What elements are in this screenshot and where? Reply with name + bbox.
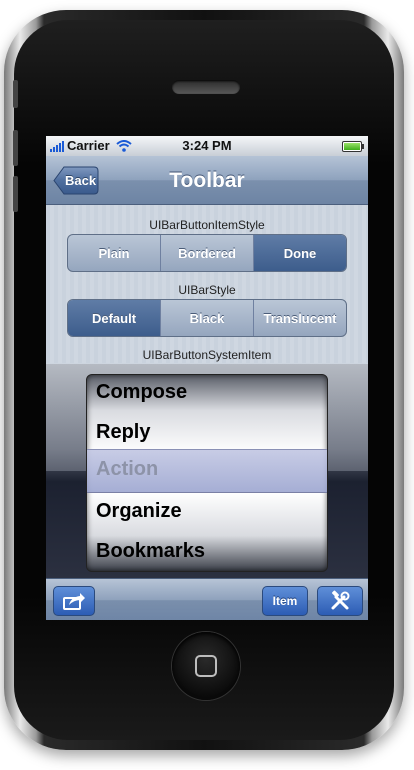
- status-time: 3:24 PM: [182, 138, 232, 153]
- bar-button-item-style-control: Plain Bordered Done: [67, 234, 347, 272]
- tools-button[interactable]: [317, 586, 363, 616]
- picker-row-bookmarks[interactable]: Bookmarks: [96, 540, 205, 563]
- segment-translucent[interactable]: Translucent: [254, 300, 346, 336]
- picker-wheel[interactable]: Compose Reply Action Organize Bookmarks: [86, 374, 328, 572]
- action-icon: [63, 593, 85, 610]
- bar-button-item-style-label: UIBarButtonItemStyle: [149, 218, 265, 232]
- system-item-picker[interactable]: Compose Reply Action Organize Bookmarks: [46, 364, 368, 578]
- bar-style-label: UIBarStyle: [178, 283, 236, 297]
- bar-style-control: Default Black Translucent: [67, 299, 347, 337]
- volume-up-button: [13, 130, 18, 166]
- picker-row-compose[interactable]: Compose: [96, 381, 187, 404]
- picker-row-organize[interactable]: Organize: [96, 500, 182, 523]
- home-button[interactable]: [172, 632, 240, 700]
- page-title: Toolbar: [169, 169, 245, 192]
- battery-icon: [342, 141, 364, 152]
- segment-plain[interactable]: Plain: [68, 235, 161, 271]
- status-bar: Carrier 3:24 PM: [46, 136, 368, 156]
- system-item-label: UIBarButtonSystemItem: [142, 348, 272, 362]
- ringer-switch: [13, 80, 18, 108]
- tools-icon: [331, 590, 350, 610]
- navigation-bar: Back Toolbar: [46, 156, 368, 205]
- picker-row-action[interactable]: Action: [96, 458, 158, 481]
- volume-down-button: [13, 176, 18, 212]
- action-button[interactable]: [53, 586, 95, 616]
- segment-bordered[interactable]: Bordered: [161, 235, 254, 271]
- picker-selection-bar: Action: [87, 449, 327, 493]
- segment-black[interactable]: Black: [161, 300, 254, 336]
- picker-row-reply[interactable]: Reply: [96, 421, 150, 444]
- segment-done[interactable]: Done: [254, 235, 346, 271]
- segment-default[interactable]: Default: [68, 300, 161, 336]
- bottom-toolbar: Item: [46, 578, 368, 620]
- item-button[interactable]: Item: [262, 586, 308, 616]
- settings-panel: UIBarButtonItemStyle Plain Bordered Done…: [46, 205, 368, 363]
- earpiece-speaker: [172, 80, 240, 94]
- screen: Carrier 3:24 PM Back Toolbar UIBarButton…: [46, 136, 368, 620]
